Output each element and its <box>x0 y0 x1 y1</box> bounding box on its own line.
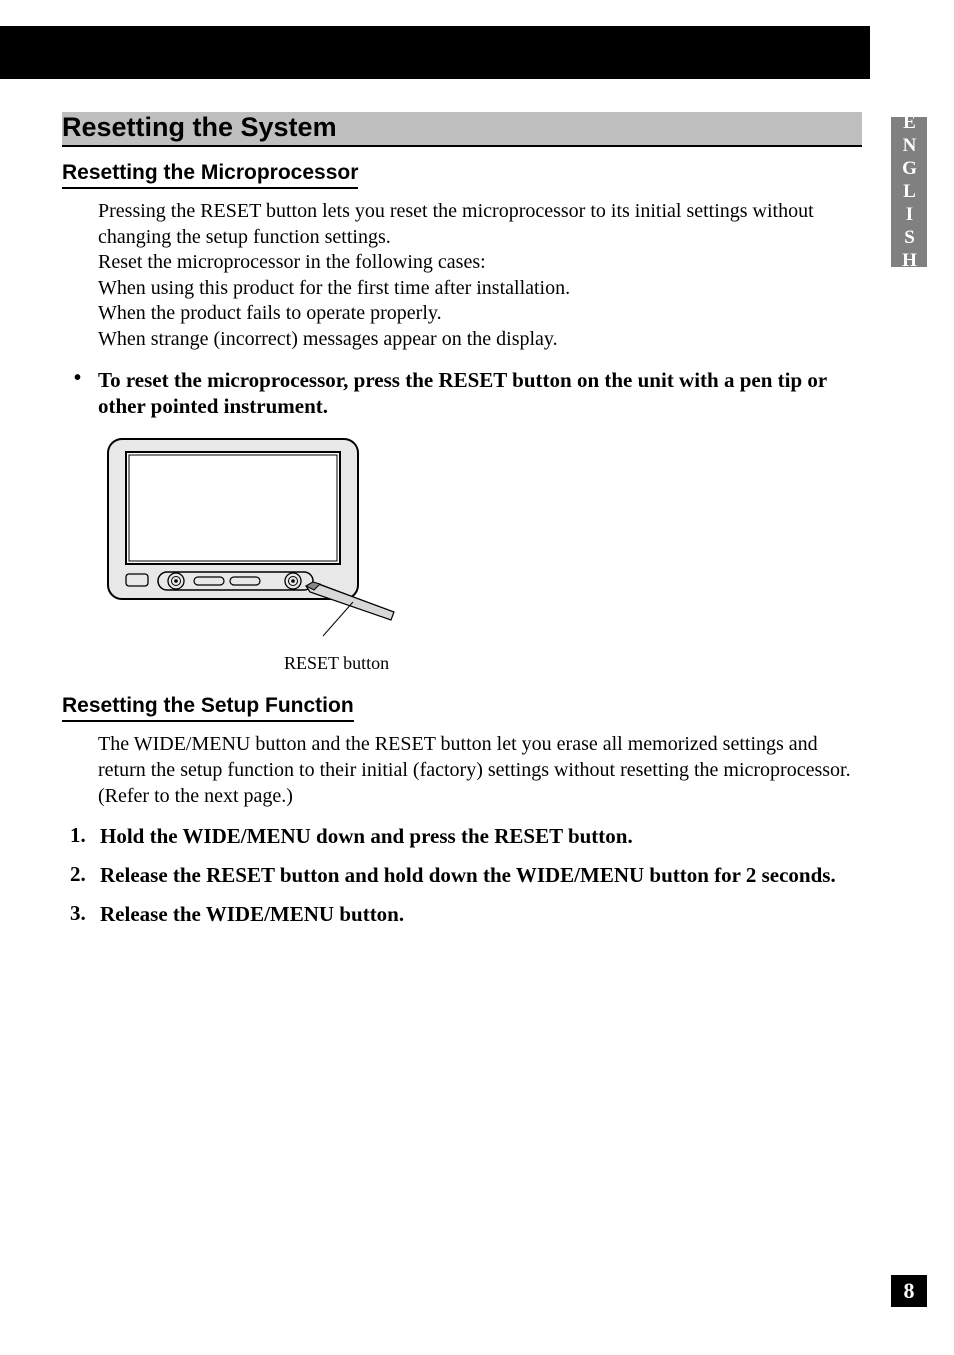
bullet-dot-icon: • <box>74 367 98 421</box>
section2-heading: Resetting the Setup Function <box>62 694 354 722</box>
step-text: Hold the WIDE/MENU down and press the RE… <box>100 823 862 850</box>
section1-body: Pressing the RESET button lets you reset… <box>98 199 862 353</box>
page-number-box: 8 <box>891 1275 927 1307</box>
header-blackbar <box>0 26 870 79</box>
figure-caption: RESET button <box>284 653 862 674</box>
step-text: Release the WIDE/MENU button. <box>100 901 862 928</box>
section1-bullet-text: To reset the microprocessor, press the R… <box>98 367 862 421</box>
language-tab-label: ENGLISH <box>898 112 920 273</box>
page-title: Resetting the System <box>62 112 862 145</box>
section1-heading: Resetting the Microprocessor <box>62 161 358 189</box>
step-row-2: 2. Release the RESET button and hold dow… <box>70 862 862 889</box>
section2-body: The WIDE/MENU button and the RESET butto… <box>98 732 862 809</box>
step-num: 3. <box>70 901 100 928</box>
step-text: Release the RESET button and hold down t… <box>100 862 862 889</box>
device-illustration <box>98 434 862 649</box>
step-row-1: 1. Hold the WIDE/MENU down and press the… <box>70 823 862 850</box>
page-title-bar: Resetting the System <box>62 112 862 147</box>
step-num: 2. <box>70 862 100 889</box>
step-row-3: 3. Release the WIDE/MENU button. <box>70 901 862 928</box>
language-tab: ENGLISH <box>891 117 927 267</box>
page-number: 8 <box>904 1278 915 1304</box>
step-num: 1. <box>70 823 100 850</box>
section1-bullet: • To reset the microprocessor, press the… <box>74 367 862 421</box>
